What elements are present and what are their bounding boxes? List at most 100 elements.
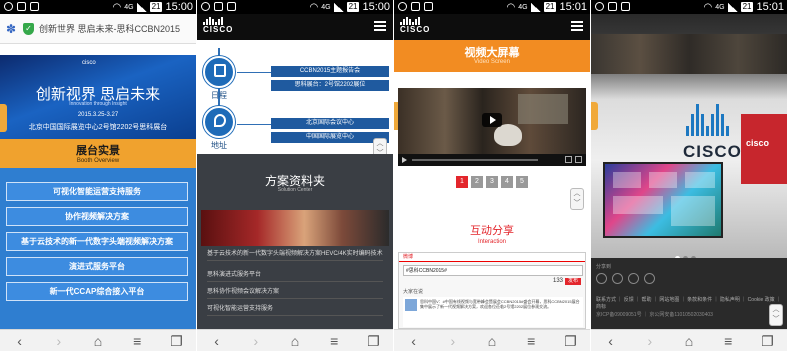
side-drawer-tab[interactable] <box>591 102 598 130</box>
page-button[interactable]: 4 <box>501 176 513 188</box>
network-type: 4G <box>715 3 725 11</box>
menu-icon[interactable]: ≡ <box>125 330 149 351</box>
network-type: 4G <box>321 3 331 11</box>
video-wall-tile <box>613 172 641 188</box>
cisco-logo[interactable]: CISCO <box>203 17 233 34</box>
site-header: CISCO <box>394 14 590 40</box>
connector <box>237 124 271 125</box>
phone-screen-2: ◠ 4G 21 15:00 CISCO 日程 CCBN2015主题报告会 思科展… <box>197 0 393 351</box>
side-drawer-tab[interactable] <box>0 104 7 132</box>
menu-icon[interactable]: ≡ <box>716 330 740 351</box>
address-bar[interactable]: ✽ ✓ 创新世界 思启未来-思科CCBN2015 <box>0 14 196 44</box>
weibo-input[interactable]: #思科CCBN2015# <box>403 265 583 276</box>
booth-title: 展台实景 <box>76 145 120 157</box>
service-button-cloud-headend[interactable]: 基于云技术的新一代数字头端视频解决方案 <box>6 232 188 251</box>
weibo-feed-tab[interactable]: 大家在说 <box>403 288 423 295</box>
scroll-handle[interactable]: ︿﹀ <box>570 188 584 210</box>
forward-icon[interactable]: › <box>638 330 662 351</box>
signal-icon <box>727 2 738 12</box>
home-icon[interactable]: ⌂ <box>283 330 307 351</box>
wechat-share-icon[interactable] <box>612 273 623 284</box>
small-play-icon[interactable] <box>402 157 407 163</box>
icp-license: 京ICP备09009051号 ｜ 京公网安备11010502030403 <box>596 312 713 318</box>
battery-level: 21 <box>346 2 360 12</box>
back-icon[interactable]: ‹ <box>402 330 426 351</box>
tabs-icon[interactable]: ❐ <box>164 330 188 351</box>
location-pin-icon <box>203 106 235 138</box>
back-icon[interactable]: ‹ <box>8 330 32 351</box>
banner-subtitle: Innovation through Insight <box>69 101 127 107</box>
service-button-collab-video[interactable]: 协作视频解决方案 <box>6 207 188 226</box>
image-icon <box>214 2 223 11</box>
fullscreen-icon[interactable] <box>575 156 582 163</box>
video-pager: 1 2 3 4 5 <box>456 176 528 188</box>
solution-center-section: 方案资料夹 Solution Center 基于云技术的新一代数字头端视频解决方… <box>197 154 393 329</box>
signal-icon <box>136 2 147 12</box>
solution-item-collab-video[interactable]: 思科协作视频会议解决方案 <box>207 288 383 299</box>
video-wall-tile <box>613 196 663 214</box>
footer-links[interactable]: 联系方式 ｜ 反馈 ｜ 帮助 ｜ 网站地图 ｜ 条款和条件 ｜ 隐私声明 ｜ C… <box>596 296 782 310</box>
secure-shield-icon: ✓ <box>23 22 34 35</box>
video-screen-header: 视频大屏幕 Video Screen <box>394 40 590 72</box>
qq-share-icon[interactable] <box>628 273 639 284</box>
back-icon[interactable]: ‹ <box>599 330 623 351</box>
solution-item-cloud-headend[interactable]: 基于云技术的新一代数字头端视频解决方案HEVC/4K实时编码技术 <box>207 250 383 261</box>
wall-brand: CISCO <box>683 142 742 161</box>
video-controls <box>398 154 586 166</box>
scroll-handle[interactable]: ︿﹀ <box>769 304 783 326</box>
home-icon[interactable]: ⌂ <box>480 330 504 351</box>
solution-item-visual-ops[interactable]: 可视化智能运营支持服务 <box>207 305 383 316</box>
cisco-bars-icon <box>400 17 430 25</box>
solution-item-evolved-platform[interactable]: 思科演进式服务平台 <box>207 271 383 282</box>
forward-icon[interactable]: › <box>441 330 465 351</box>
booth-photo[interactable]: CISCO cisco <box>591 14 787 258</box>
home-icon[interactable]: ⌂ <box>86 330 110 351</box>
clock: 15:00 <box>362 1 390 13</box>
video-progress-bar[interactable] <box>412 159 538 161</box>
page-button[interactable]: 2 <box>471 176 483 188</box>
image-icon <box>17 2 26 11</box>
weibo-send-button[interactable]: 发布 <box>565 278 581 285</box>
booth-overview-section[interactable]: 展台实景 Booth Overview <box>0 139 196 168</box>
tabs-icon[interactable]: ❐ <box>558 330 582 351</box>
mic-icon <box>227 2 236 11</box>
wifi-icon: ◠ <box>703 1 713 13</box>
service-button-evolved-platform[interactable]: 演进式服务平台 <box>6 257 188 276</box>
address-line-2: 中国国际展览中心 <box>271 132 389 143</box>
back-icon[interactable]: ‹ <box>205 330 229 351</box>
wifi-icon: ◠ <box>506 1 516 13</box>
tabs-icon[interactable]: ❐ <box>361 330 385 351</box>
volume-icon[interactable] <box>565 156 572 163</box>
tabs-icon[interactable]: ❐ <box>755 330 779 351</box>
play-icon[interactable] <box>482 113 502 127</box>
video-player[interactable] <box>398 88 586 166</box>
cisco-logo[interactable]: CISCO <box>400 17 430 34</box>
menu-icon[interactable]: ≡ <box>322 330 346 351</box>
brand-name: CISCO <box>203 25 234 34</box>
service-button-visual-ops[interactable]: 可视化智能运营支持服务 <box>6 182 188 201</box>
site-header: CISCO <box>197 14 393 40</box>
forward-icon[interactable]: › <box>47 330 71 351</box>
browser-toolbar: ‹ › ⌂ ≡ ❐ <box>0 329 196 351</box>
page-button[interactable]: 5 <box>516 176 528 188</box>
share-label: 分享到 <box>596 264 612 270</box>
banner-venue: 北京中国国际展览中心2号馆2202号思科展台 <box>28 124 168 131</box>
service-button-ccap[interactable]: 新一代CCAP综合接入平台 <box>6 282 188 301</box>
battery-level: 21 <box>149 2 163 12</box>
page-button[interactable]: 3 <box>486 176 498 188</box>
browser-toolbar: ‹ › ⌂ ≡ ❐ <box>197 329 393 351</box>
menu-icon[interactable]: ≡ <box>519 330 543 351</box>
red-panel-brand: cisco <box>746 138 770 148</box>
weibo-post-text: 思科中国V：#中国有线视频与宽带峰会暨展会CCBN2015#盛会开幕，思科CCB… <box>420 299 580 309</box>
schedule-line-2: 思科展台：2号馆2202展位 <box>271 80 389 91</box>
renren-share-icon[interactable] <box>644 273 655 284</box>
cisco-bars-icon <box>203 17 233 25</box>
forward-icon[interactable]: › <box>244 330 268 351</box>
weibo-share-icon[interactable] <box>596 273 607 284</box>
avatar[interactable] <box>405 299 417 311</box>
hamburger-menu-icon[interactable] <box>374 21 386 31</box>
page-button[interactable]: 1 <box>456 176 468 188</box>
hamburger-menu-icon[interactable] <box>571 21 583 31</box>
weibo-widget: 微博 #思科CCBN2015# 133 发布 大家在说 思科中国V：#中国有线视… <box>398 252 586 329</box>
home-icon[interactable]: ⌂ <box>677 330 701 351</box>
